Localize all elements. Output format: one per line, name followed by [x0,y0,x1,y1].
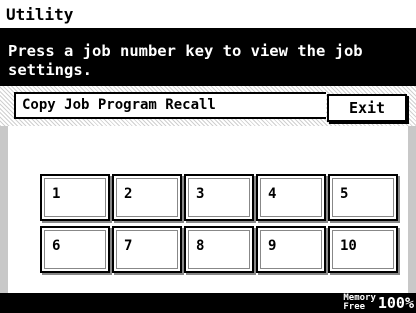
job-key-8[interactable]: 8 [184,226,254,273]
job-key-1[interactable]: 1 [40,174,110,221]
exit-button[interactable]: Exit [327,94,407,122]
memory-value: 100% [377,294,414,312]
job-key-label: 5 [340,186,349,202]
job-key-6[interactable]: 6 [40,226,110,273]
job-key-label: 6 [52,238,61,254]
job-key-3[interactable]: 3 [184,174,254,221]
job-key-5[interactable]: 5 [328,174,398,221]
screen-title: Utility [0,0,416,30]
job-key-label: 8 [196,238,205,254]
job-key-label: 4 [268,186,277,202]
memory-indicator: Memory Free 100% [343,293,414,313]
job-key-label: 7 [124,238,133,254]
instruction-message: Press a job number key to view the job s… [0,30,416,86]
job-key-4[interactable]: 4 [256,174,326,221]
status-bar: Memory Free 100% [0,293,416,313]
job-key-label: 3 [196,186,205,202]
job-key-label: 9 [268,238,277,254]
job-key-label: 2 [124,186,133,202]
job-key-label: 1 [52,186,61,202]
job-key-2[interactable]: 2 [112,174,182,221]
job-key-7[interactable]: 7 [112,226,182,273]
section-label: Copy Job Program Recall [14,92,326,119]
memory-free-label: Free [343,302,366,312]
job-key-10[interactable]: 10 [328,226,398,273]
job-key-label: 10 [340,238,357,254]
job-key-9[interactable]: 9 [256,226,326,273]
